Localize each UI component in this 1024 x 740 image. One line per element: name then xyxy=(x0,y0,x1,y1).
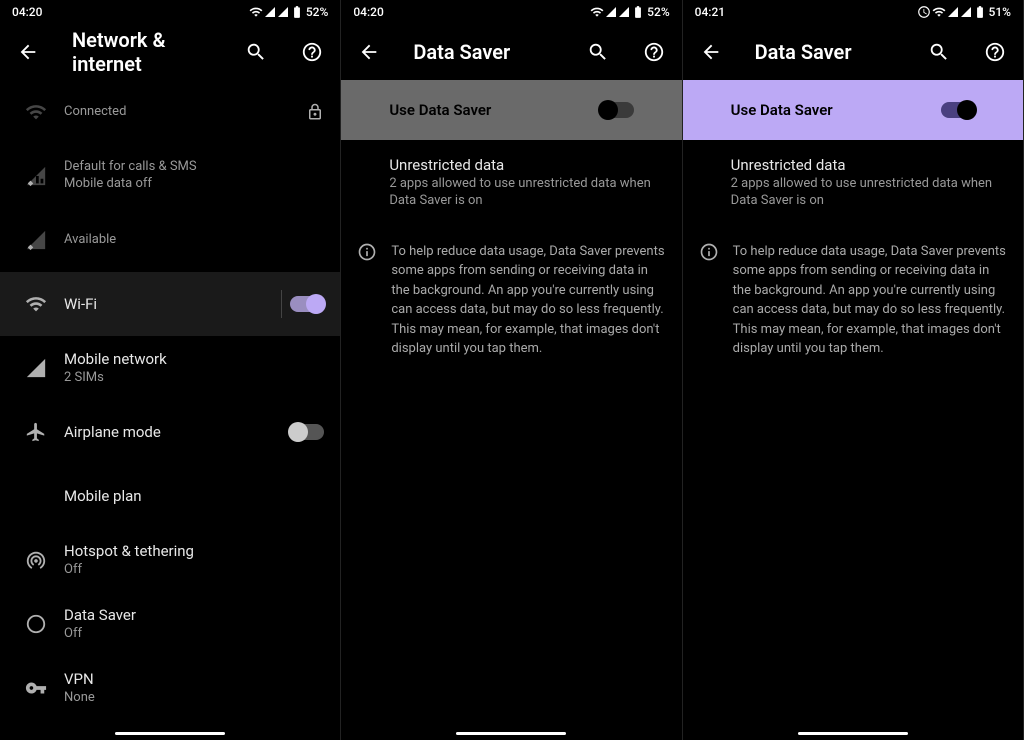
status-icons xyxy=(917,5,987,19)
airplane-toggle[interactable] xyxy=(290,424,324,440)
list-item-wifi-connected[interactable]: Connected xyxy=(0,80,340,144)
nav-bar[interactable] xyxy=(683,726,1023,740)
back-button[interactable] xyxy=(8,32,48,72)
status-icons xyxy=(590,5,645,19)
list-item-sim2[interactable]: Available xyxy=(0,208,340,272)
signal-icon xyxy=(16,357,56,379)
status-icons xyxy=(249,5,304,19)
hotspot-icon xyxy=(16,549,56,571)
search-button[interactable] xyxy=(919,32,959,72)
screen-network-internet: 04:20 52% Network & internet Connected D… xyxy=(0,0,341,740)
data-saver-switch[interactable] xyxy=(600,102,634,118)
back-button[interactable] xyxy=(691,32,731,72)
datasaver-icon xyxy=(16,613,56,635)
help-button[interactable] xyxy=(634,32,674,72)
list-item-mobile-plan[interactable]: Mobile plan xyxy=(0,464,340,528)
nav-bar[interactable] xyxy=(341,726,681,740)
app-bar: Data Saver xyxy=(341,24,681,80)
info-icon xyxy=(357,242,379,359)
unrestricted-data-section[interactable]: Unrestricted data 2 apps allowed to use … xyxy=(341,140,681,226)
settings-list[interactable]: Connected Default for calls & SMS Mobile… xyxy=(0,80,340,726)
page-title: Network & internet xyxy=(64,28,220,76)
data-saver-toggle-bar[interactable]: Use Data Saver xyxy=(341,80,681,140)
list-item-airplane[interactable]: Airplane mode xyxy=(0,400,340,464)
list-item-sim1[interactable]: Default for calls & SMS Mobile data off xyxy=(0,144,340,208)
signal-icon xyxy=(16,229,56,251)
wifi-icon xyxy=(16,293,56,315)
info-icon xyxy=(699,242,721,359)
help-button[interactable] xyxy=(292,32,332,72)
app-bar: Network & internet xyxy=(0,24,340,80)
airplane-icon xyxy=(16,421,56,443)
info-row: To help reduce data usage, Data Saver pr… xyxy=(341,226,681,375)
data-saver-switch[interactable] xyxy=(941,102,975,118)
status-battery: 52% xyxy=(647,5,669,19)
page-title: Data Saver xyxy=(747,40,903,64)
alarm-icon xyxy=(917,5,931,19)
status-time: 04:20 xyxy=(12,5,42,19)
list-item-data-saver[interactable]: Data SaverOff xyxy=(0,592,340,656)
signal-icon xyxy=(16,165,56,187)
back-button[interactable] xyxy=(349,32,389,72)
list-item-vpn[interactable]: VPNNone xyxy=(0,656,340,720)
nav-bar[interactable] xyxy=(0,726,340,740)
help-button[interactable] xyxy=(975,32,1015,72)
status-bar: 04:21 51% xyxy=(683,0,1023,24)
list-item-mobile-network[interactable]: Mobile network2 SIMs xyxy=(0,336,340,400)
unrestricted-data-section[interactable]: Unrestricted data 2 apps allowed to use … xyxy=(683,140,1023,226)
app-bar: Data Saver xyxy=(683,24,1023,80)
status-battery: 52% xyxy=(306,5,328,19)
screen-data-saver-off: 04:20 52% Data Saver Use Data Saver Unre… xyxy=(341,0,682,740)
status-time: 04:21 xyxy=(695,5,725,19)
screen-data-saver-on: 04:21 51% Data Saver Use Data Saver Unre… xyxy=(683,0,1024,740)
list-item-hotspot[interactable]: Hotspot & tetheringOff xyxy=(0,528,340,592)
status-battery: 51% xyxy=(989,5,1011,19)
list-item-wifi[interactable]: Wi-Fi xyxy=(0,272,340,336)
search-button[interactable] xyxy=(578,32,618,72)
lock-icon xyxy=(306,103,324,121)
data-saver-toggle-bar[interactable]: Use Data Saver xyxy=(683,80,1023,140)
status-bar: 04:20 52% xyxy=(0,0,340,24)
status-bar: 04:20 52% xyxy=(341,0,681,24)
status-time: 04:20 xyxy=(353,5,383,19)
search-button[interactable] xyxy=(236,32,276,72)
wifi-icon xyxy=(16,101,56,123)
vpn-icon xyxy=(16,677,56,699)
info-row: To help reduce data usage, Data Saver pr… xyxy=(683,226,1023,375)
wifi-toggle[interactable] xyxy=(290,296,324,312)
page-title: Data Saver xyxy=(405,40,561,64)
